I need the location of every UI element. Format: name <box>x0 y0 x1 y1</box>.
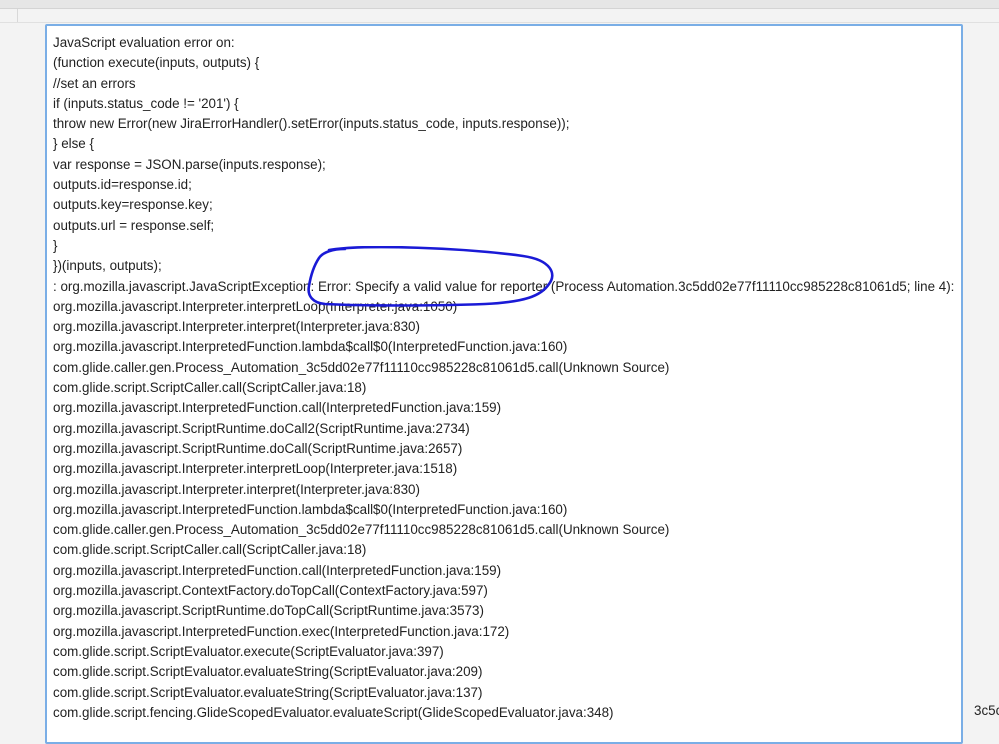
stack-trace-line: org.mozilla.javascript.InterpretedFuncti… <box>53 562 502 578</box>
log-line: } else { <box>53 136 94 152</box>
stack-trace-line: org.mozilla.javascript.ScriptRuntime.doC… <box>53 440 463 456</box>
log-line: outputs.url = response.self; <box>53 217 215 233</box>
stack-trace-line: org.mozilla.javascript.Interpreter.inter… <box>53 461 458 477</box>
log-line: var response = JSON.parse(inputs.respons… <box>53 156 326 172</box>
stack-trace-line: org.mozilla.javascript.InterpretedFuncti… <box>53 501 568 517</box>
stack-trace-line: org.mozilla.javascript.InterpretedFuncti… <box>53 339 568 355</box>
top-toolbar-strip <box>0 0 999 9</box>
stack-trace-line: org.mozilla.javascript.Interpreter.inter… <box>53 319 420 335</box>
row-divider <box>0 22 999 23</box>
stack-trace-line: org.mozilla.javascript.InterpretedFuncti… <box>53 400 502 416</box>
stack-trace-line: com.glide.script.fencing.GlideScopedEval… <box>53 704 614 720</box>
stack-trace-line: org.mozilla.javascript.Interpreter.inter… <box>53 298 458 314</box>
log-line: outputs.id=response.id; <box>53 177 192 193</box>
truncated-side-text: 3c5c <box>974 703 999 718</box>
column-divider <box>17 9 18 22</box>
log-line: //set an errors <box>53 75 136 91</box>
log-line: })(inputs, outputs); <box>53 258 162 274</box>
stack-trace-line: org.mozilla.javascript.ContextFactory.do… <box>53 583 488 599</box>
stack-trace-line: com.glide.script.ScriptCaller.call(Scrip… <box>53 542 367 558</box>
error-log-textarea[interactable]: JavaScript evaluation error on: (functio… <box>45 24 963 744</box>
stack-trace-line: com.glide.script.ScriptEvaluator.evaluat… <box>53 664 483 680</box>
log-line-exception: : org.mozilla.javascript.JavaScriptExcep… <box>53 278 955 294</box>
stack-trace-line: com.glide.script.ScriptEvaluator.evaluat… <box>53 684 483 700</box>
error-log-content: JavaScript evaluation error on: (functio… <box>53 33 961 723</box>
stack-trace-line: org.mozilla.javascript.ScriptRuntime.doC… <box>53 420 470 436</box>
stack-trace-line: org.mozilla.javascript.Interpreter.inter… <box>53 481 420 497</box>
stack-trace-line: com.glide.caller.gen.Process_Automation_… <box>53 359 670 375</box>
stack-trace-line: org.mozilla.javascript.ScriptRuntime.doT… <box>53 603 484 619</box>
stack-trace-line: com.glide.script.ScriptEvaluator.execute… <box>53 643 444 659</box>
stack-trace-line: com.glide.caller.gen.Process_Automation_… <box>53 522 670 538</box>
log-line: outputs.key=response.key; <box>53 197 213 213</box>
log-line: throw new Error(new JiraErrorHandler().s… <box>53 116 570 132</box>
log-line: if (inputs.status_code != '201') { <box>53 95 239 111</box>
stack-trace-line: org.mozilla.javascript.InterpretedFuncti… <box>53 623 510 639</box>
log-line: } <box>53 237 58 253</box>
stack-trace-line: com.glide.script.ScriptCaller.call(Scrip… <box>53 380 367 396</box>
log-line: JavaScript evaluation error on: <box>53 35 235 50</box>
log-line: (function execute(inputs, outputs) { <box>53 55 260 71</box>
